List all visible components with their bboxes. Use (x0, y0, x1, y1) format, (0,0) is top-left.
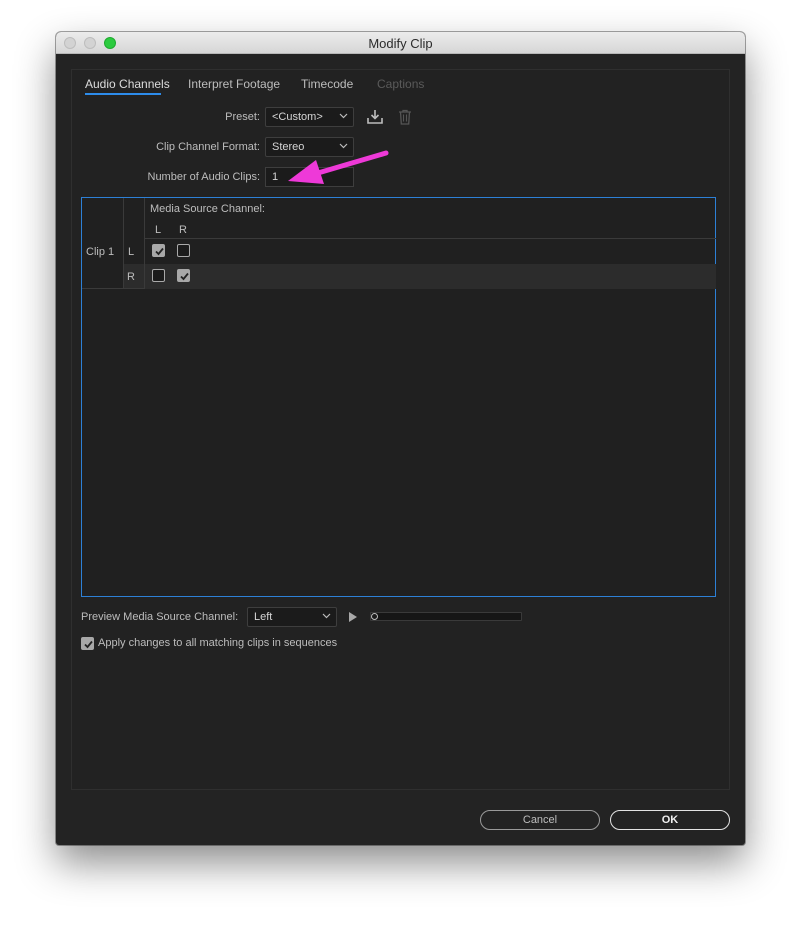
preset-dropdown[interactable]: <Custom> (265, 107, 354, 127)
apply-all-checkbox[interactable] (81, 637, 94, 650)
clip-channel-format-value: Stereo (272, 141, 305, 153)
tab-audio-channels[interactable]: Audio Channels (85, 77, 170, 91)
map-r-to-r-checkbox[interactable] (177, 269, 190, 282)
tab-timecode[interactable]: Timecode (301, 77, 353, 91)
grid-divider (82, 288, 145, 289)
save-preset-icon[interactable] (366, 109, 384, 125)
map-l-to-l-checkbox[interactable] (152, 244, 165, 257)
preview-channel-label: Preview Media Source Channel: (81, 611, 239, 623)
column-header-l: L (155, 224, 162, 236)
clip-channel-format-dropdown[interactable]: Stereo (265, 137, 354, 157)
window-title: Modify Clip (368, 36, 433, 51)
media-source-channel-header: Media Source Channel: (150, 203, 265, 215)
ok-button[interactable]: OK (610, 810, 730, 830)
checkmark-icon (180, 272, 189, 281)
checkmark-icon (155, 247, 164, 256)
preset-label: Preset: (225, 111, 260, 123)
apply-all-label[interactable]: Apply changes to all matching clips in s… (98, 637, 337, 649)
play-icon[interactable] (349, 612, 357, 622)
scrubber-playhead[interactable] (371, 613, 378, 620)
preview-scrubber[interactable] (370, 612, 522, 621)
num-audio-clips-input[interactable]: 1 (265, 167, 354, 187)
channel-mapping-grid: Media Source Channel: L R Clip 1 L R (81, 197, 716, 597)
grid-divider (145, 238, 716, 239)
active-tab-indicator (85, 93, 161, 95)
preview-channel-dropdown[interactable]: Left (247, 607, 337, 627)
clip-channel-l: L (128, 246, 135, 258)
clip-1-label: Clip 1 (86, 246, 115, 258)
chevron-down-icon (322, 613, 331, 619)
tab-interpret-footage[interactable]: Interpret Footage (188, 77, 280, 91)
tab-captions: Captions (377, 77, 425, 91)
title-bar: Modify Clip (56, 32, 745, 54)
clip-channel-r: R (127, 271, 135, 283)
map-l-to-r-checkbox[interactable] (177, 244, 190, 257)
trash-icon (399, 109, 411, 125)
preview-channel-value: Left (254, 611, 273, 623)
num-audio-clips-label: Number of Audio Clips: (147, 171, 261, 183)
checkmark-icon (84, 640, 93, 649)
clip-channel-format-label: Clip Channel Format: (156, 141, 260, 153)
chevron-down-icon (339, 143, 348, 149)
cancel-button[interactable]: Cancel (480, 810, 600, 830)
chevron-down-icon (339, 113, 348, 119)
modify-clip-dialog: Modify Clip Audio Channels Interpret Foo… (56, 32, 745, 845)
map-r-to-l-checkbox[interactable] (152, 269, 165, 282)
preset-value: <Custom> (272, 111, 323, 123)
column-header-r: R (179, 224, 187, 236)
grid-row-highlight (145, 264, 716, 289)
